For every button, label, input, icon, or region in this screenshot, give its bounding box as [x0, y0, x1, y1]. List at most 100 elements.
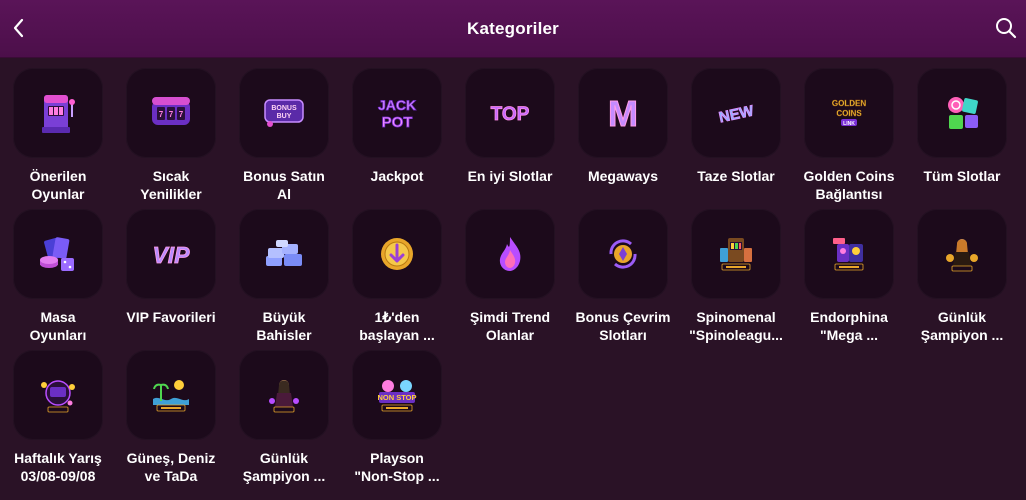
category-tile: TOP: [465, 68, 555, 158]
category-megaways[interactable]: M Megaways: [578, 68, 668, 209]
table-games-icon: [40, 237, 74, 271]
svg-text:POT: POT: [382, 114, 413, 131]
svg-text:M: M: [608, 93, 638, 133]
category-jackpot[interactable]: JACK POT Jackpot: [352, 68, 442, 209]
category-trending-now[interactable]: Şimdi Trend Olanlar: [465, 209, 555, 350]
category-hot-new[interactable]: 7 7 7 Sıcak Yenilikler: [126, 68, 216, 209]
category-label: Önerilen Oyunlar: [29, 168, 87, 202]
top-icon: TOP: [490, 104, 530, 126]
tournament-slot-icon: [720, 238, 752, 271]
category-tile: [13, 68, 103, 158]
svg-text:7: 7: [159, 110, 164, 119]
golden-coins-icon: GOLDEN COINS LINK: [832, 99, 867, 127]
slot-machine-icon: [42, 95, 75, 133]
race-icon: [41, 380, 75, 413]
category-tile: [465, 209, 555, 299]
category-tile: [917, 209, 1007, 299]
category-daily-champion-1[interactable]: Günlük Şampiyon ...: [917, 209, 1007, 350]
category-label: Sıcak Yenilikler: [140, 168, 202, 202]
category-tile: GOLDEN COINS LINK: [804, 68, 894, 158]
category-label: Şimdi Trend Olanlar: [469, 309, 551, 343]
vip-icon: VIP: [152, 242, 191, 269]
category-label: Taze Slotlar: [697, 168, 775, 184]
wagering-coin-icon: [609, 239, 637, 269]
category-all-slots[interactable]: Tüm Slotlar: [917, 68, 1007, 209]
category-label: Tüm Slotlar: [923, 168, 1001, 184]
svg-text:VIP: VIP: [152, 242, 190, 268]
category-label: En iyi Slotlar: [467, 168, 553, 184]
category-tile: [13, 209, 103, 299]
big-bets-icon: [266, 240, 302, 266]
slot-reels-icon: 7 7 7: [152, 97, 190, 125]
category-top-slots[interactable]: TOP En iyi Slotlar: [465, 68, 555, 209]
category-recommended-games[interactable]: Önerilen Oyunlar: [13, 68, 103, 209]
category-tile: 7 7 7: [126, 68, 216, 158]
category-grid: Önerilen Oyunlar 7 7 7 Sıcak Yenilikler …: [13, 68, 1007, 491]
category-label: Haftalık Yarış 03/08-09/08: [14, 450, 102, 484]
category-label: Bonus Çevrim Slotları: [575, 309, 671, 343]
svg-text:NON STOP: NON STOP: [377, 393, 416, 402]
coin-icon: [381, 238, 413, 270]
svg-text:7: 7: [179, 110, 184, 119]
category-tile: NEW: [691, 68, 781, 158]
category-from-1-lira[interactable]: 1₺'den başlayan ...: [352, 209, 442, 350]
category-label: VIP Favorileri: [126, 309, 216, 325]
category-golden-coins[interactable]: GOLDEN COINS LINK Golden Coins Bağlantıs…: [804, 68, 895, 209]
category-tile: [578, 209, 668, 299]
flame-icon: [499, 237, 521, 271]
category-label: 1₺'den başlayan ...: [359, 309, 435, 343]
chevron-left-icon: [13, 18, 24, 38]
category-tile: M: [578, 68, 668, 158]
svg-text:GOLDEN: GOLDEN: [832, 99, 866, 108]
category-big-bets[interactable]: Büyük Bahisler: [239, 209, 329, 350]
category-label: Günlük Şampiyon ...: [242, 450, 326, 484]
category-sun-sea-tada[interactable]: Güneş, Deniz ve TaDa: [126, 350, 216, 491]
category-tile: [804, 209, 894, 299]
category-tile: [126, 350, 216, 440]
category-label: Güneş, Deniz ve TaDa: [126, 450, 216, 484]
category-weekly-race[interactable]: Haftalık Yarış 03/08-09/08: [13, 350, 103, 491]
svg-text:COINS: COINS: [836, 109, 862, 118]
category-spinomenal-tournament[interactable]: Spinomenal "Spinoleagu...: [689, 209, 783, 350]
svg-text:TOP: TOP: [491, 104, 530, 125]
category-vip-favorites[interactable]: VIP VIP Favorileri: [126, 209, 216, 350]
svg-text:LINK: LINK: [843, 121, 855, 127]
category-bonus-buy[interactable]: BONUS BUY Bonus Satın Al: [239, 68, 329, 209]
new-icon: NEW: [717, 102, 756, 127]
category-tile: [691, 209, 781, 299]
tournament-slot-icon: [833, 238, 864, 271]
megaways-icon: M: [608, 93, 639, 133]
svg-text:BUY: BUY: [277, 113, 292, 120]
category-fresh-slots[interactable]: NEW Taze Slotlar: [691, 68, 781, 209]
top-bar: Kategoriler: [0, 0, 1026, 58]
search-button[interactable]: [994, 16, 1018, 40]
category-tile: JACK POT: [352, 68, 442, 158]
category-label: Spinomenal "Spinoleagu...: [689, 309, 783, 343]
category-label: Günlük Şampiyon ...: [920, 309, 1004, 343]
category-playson-non-stop[interactable]: NON STOP Playson "Non-Stop ...: [352, 350, 442, 491]
category-table-games[interactable]: Masa Oyunları: [13, 209, 103, 350]
champion-icon: [946, 239, 978, 272]
category-label: Golden Coins Bağlantısı: [803, 168, 895, 202]
jackpot-icon: JACK POT: [378, 97, 417, 132]
category-bonus-wagering-slots[interactable]: Bonus Çevrim Slotları: [576, 209, 670, 350]
category-tile: [917, 68, 1007, 158]
category-label: Masa Oyunları: [29, 309, 87, 343]
beach-icon: [153, 380, 189, 412]
category-tile: [239, 209, 329, 299]
svg-text:BONUS: BONUS: [271, 105, 297, 112]
back-button[interactable]: [6, 15, 32, 41]
category-tile: [13, 350, 103, 440]
bonus-buy-icon: BONUS BUY: [264, 99, 304, 127]
page-title: Kategoriler: [467, 18, 559, 38]
category-daily-champion-2[interactable]: Günlük Şampiyon ...: [239, 350, 329, 491]
category-tile: [352, 209, 442, 299]
category-tile: [239, 350, 329, 440]
category-label: Jackpot: [370, 168, 424, 184]
category-tile: VIP: [126, 209, 216, 299]
category-label: Endorphina "Mega ...: [810, 309, 888, 343]
all-slots-icon: [948, 97, 978, 129]
search-icon: [996, 18, 1017, 39]
category-label: Büyük Bahisler: [256, 309, 312, 343]
category-endorphina-tournament[interactable]: Endorphina "Mega ...: [804, 209, 894, 350]
